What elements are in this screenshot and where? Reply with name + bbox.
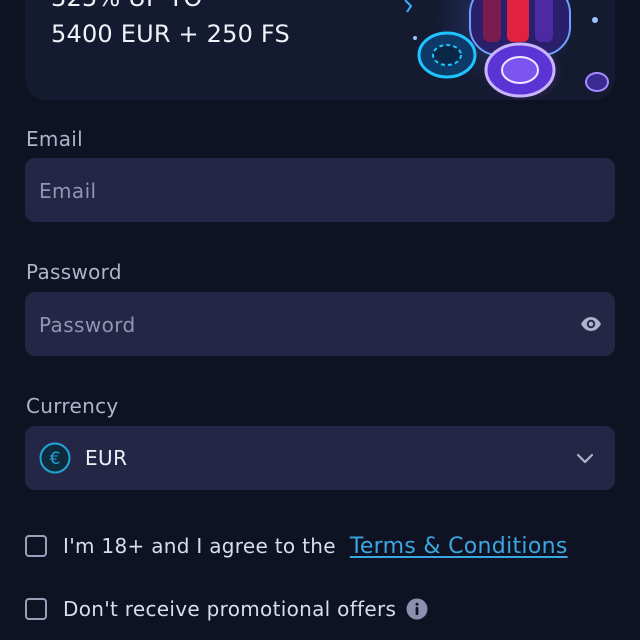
- email-field-wrapper[interactable]: [25, 158, 615, 224]
- currency-select[interactable]: € EUR: [25, 426, 615, 490]
- age-terms-checkbox[interactable]: [25, 535, 47, 557]
- age-terms-text: I'm 18+ and I agree to the: [63, 534, 336, 558]
- promo-line-2: 5400 EUR + 250 FS: [51, 20, 290, 48]
- info-icon[interactable]: [406, 598, 428, 620]
- password-label: Password: [26, 260, 122, 284]
- promo-optout-text: Don't receive promotional offers: [63, 597, 397, 621]
- currency-symbol: €: [50, 449, 61, 469]
- promo-line-1: 325% UP TO: [51, 0, 290, 16]
- registration-form: 325% UP TO 5400 EUR + 250 FS: [0, 0, 640, 640]
- eye-icon[interactable]: [579, 312, 603, 336]
- promo-optout-row: Don't receive promotional offers: [25, 593, 428, 625]
- email-input[interactable]: [37, 158, 561, 224]
- currency-selected-value: EUR: [85, 446, 128, 470]
- promo-text: 325% UP TO 5400 EUR + 250 FS: [51, 0, 290, 52]
- promo-optout-checkbox[interactable]: [25, 598, 47, 620]
- chevron-down-icon: [576, 453, 594, 464]
- password-field-wrapper[interactable]: [25, 292, 615, 358]
- email-label: Email: [26, 127, 83, 151]
- euro-coin-icon: €: [39, 442, 71, 474]
- password-input[interactable]: [37, 292, 561, 358]
- terms-conditions-link[interactable]: Terms & Conditions: [350, 534, 568, 559]
- age-terms-row: I'm 18+ and I agree to the Terms & Condi…: [25, 530, 568, 562]
- casino-chips-illustration: [404, 0, 609, 100]
- promo-banner[interactable]: 325% UP TO 5400 EUR + 250 FS: [25, 0, 615, 100]
- currency-label: Currency: [26, 394, 119, 418]
